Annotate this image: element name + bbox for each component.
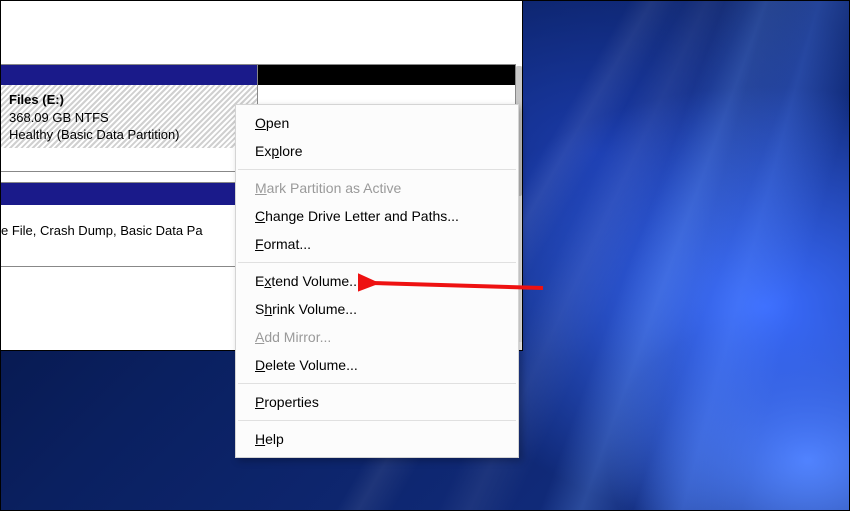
volume-size-fs: 368.09 GB NTFS xyxy=(9,109,249,127)
menu-change-drive-letter[interactable]: Change Drive Letter and Paths... xyxy=(237,202,517,230)
menu-open[interactable]: Open xyxy=(237,109,517,137)
menu-separator xyxy=(238,420,516,421)
volume-header-bar xyxy=(1,65,257,85)
menu-properties[interactable]: Properties xyxy=(237,388,517,416)
menu-mark-active: Mark Partition as Active xyxy=(237,174,517,202)
menu-explore[interactable]: Explore xyxy=(237,137,517,165)
menu-shrink-volume[interactable]: Shrink Volume... xyxy=(237,295,517,323)
volume-header-bar xyxy=(258,65,515,85)
volume-label: Files (E:) xyxy=(9,91,249,109)
menu-format[interactable]: Format... xyxy=(237,230,517,258)
volume-status: Healthy (Basic Data Partition) xyxy=(9,126,249,144)
context-menu: Open Explore Mark Partition as Active Ch… xyxy=(235,104,519,458)
volume-files-e[interactable]: Files (E:) 368.09 GB NTFS Healthy (Basic… xyxy=(1,65,258,171)
menu-delete-volume[interactable]: Delete Volume... xyxy=(237,351,517,379)
menu-help[interactable]: Help xyxy=(237,425,517,453)
menu-separator xyxy=(238,383,516,384)
menu-extend-volume[interactable]: Extend Volume... xyxy=(237,267,517,295)
menu-separator xyxy=(238,169,516,170)
menu-add-mirror: Add Mirror... xyxy=(237,323,517,351)
menu-separator xyxy=(238,262,516,263)
